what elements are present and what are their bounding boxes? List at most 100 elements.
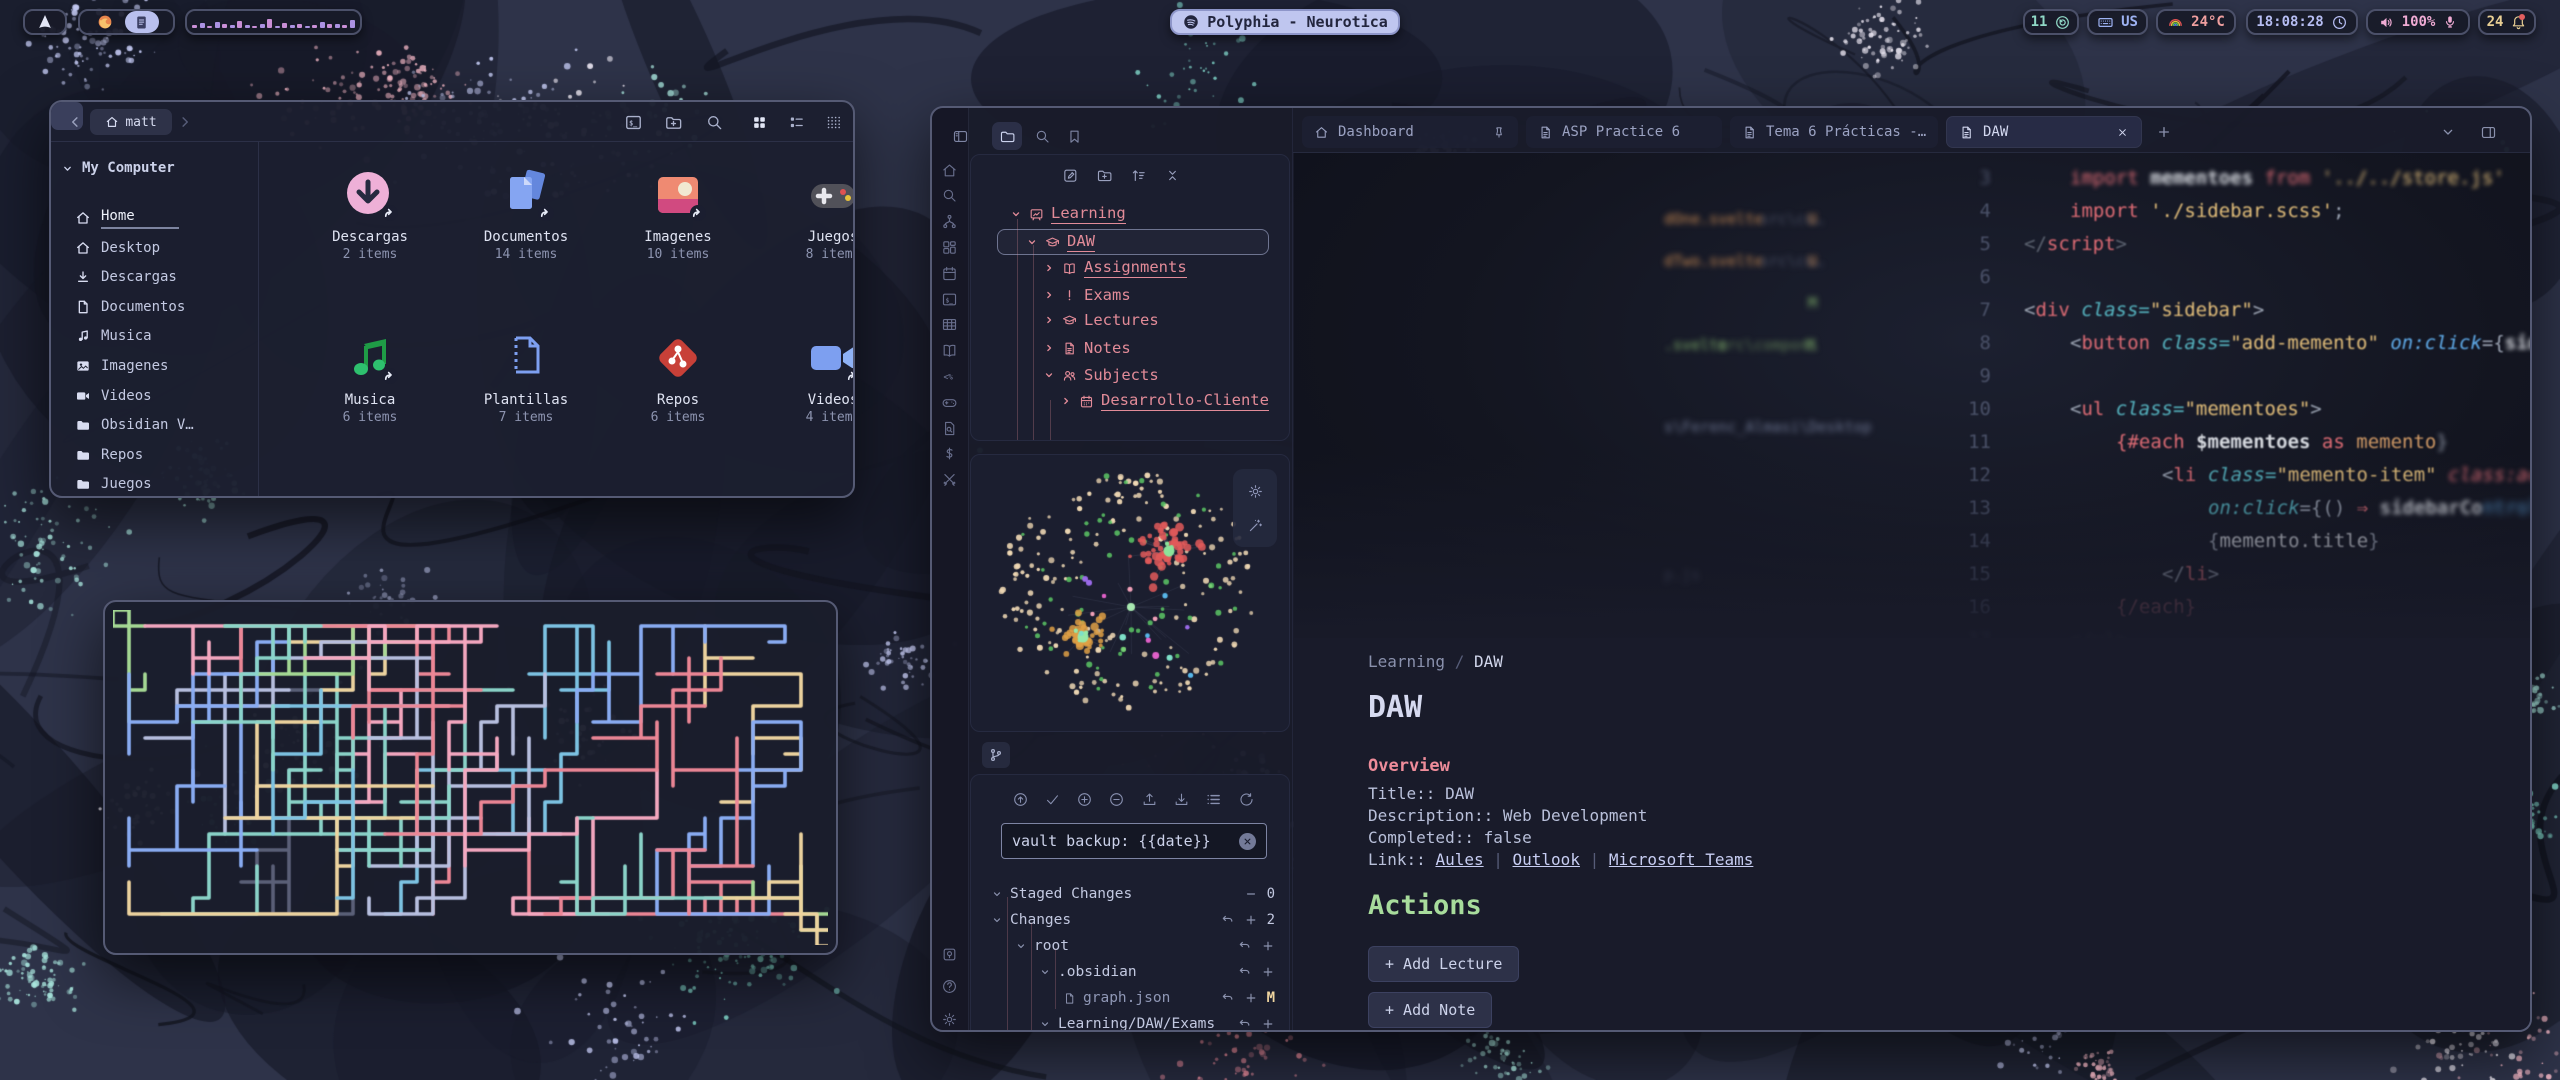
git-stage-all[interactable] [1076, 791, 1093, 808]
grid-view-button[interactable] [751, 114, 768, 131]
fm-sidebar-header[interactable]: My Computer [61, 160, 175, 176]
button--add-note[interactable]: + Add Note [1368, 992, 1492, 1028]
sidebar-item-musica[interactable]: Musica [75, 323, 251, 349]
link-aules[interactable]: Aules [1435, 850, 1483, 869]
tab-list-button[interactable] [2440, 124, 2456, 140]
link-microsoft-teams[interactable]: Microsoft Teams [1609, 850, 1754, 869]
sidebar-item-juegos[interactable]: Juegos [75, 471, 251, 497]
sidebar-tab-bookmark[interactable] [1066, 128, 1083, 145]
sidebar-item-desktop[interactable]: Desktop [75, 235, 251, 261]
folder-descargas[interactable]: Descargas2 items [315, 167, 425, 307]
ribbon-settings[interactable] [941, 1011, 958, 1028]
tray-audio[interactable]: 100% [2366, 9, 2470, 35]
git-row-graph-json[interactable]: graph.json [1063, 987, 1170, 1009]
folder-repos[interactable]: Repos6 items [623, 330, 733, 470]
breadcrumb[interactable]: matt [90, 109, 172, 135]
tray-clock[interactable]: 18:08:28 [2246, 9, 2358, 35]
clear-message-button[interactable] [1239, 833, 1256, 850]
tree-item-assignments[interactable]: Assignments [1043, 256, 1187, 280]
tree-item-desarrollo-cliente[interactable]: Desarrollo-Cliente [1060, 389, 1269, 413]
new-folder-button[interactable] [664, 113, 683, 132]
git-row--obsidian[interactable]: .obsidian [1039, 961, 1137, 983]
sidebar-item-imagenes[interactable]: Imagenes [75, 353, 251, 379]
sidebar-tab-search[interactable] [1034, 128, 1051, 145]
toggle-right-sidebar-button[interactable] [2480, 124, 2497, 141]
tree-item-lectures[interactable]: Lectures [1043, 308, 1159, 332]
git-commit-check[interactable] [1044, 791, 1061, 808]
folder-imagenes[interactable]: Imagenes10 items [623, 167, 733, 307]
folder-plantillas[interactable]: Plantillas7 items [471, 330, 581, 470]
search-button[interactable] [705, 113, 724, 132]
active-app-chip[interactable] [125, 11, 159, 33]
git-push[interactable] [1141, 791, 1158, 808]
new-tab-button[interactable] [2156, 124, 2172, 140]
sidebar-item-repos[interactable]: Repos [75, 442, 251, 468]
tree-item-exams[interactable]: Exams [1043, 283, 1131, 307]
tab-daw[interactable]: DAW [1946, 116, 2142, 148]
folder-videos[interactable]: Videos4 items [778, 330, 855, 470]
folder-juegos[interactable]: Juegos8 items [778, 167, 855, 307]
tree-item-notes[interactable]: Notes [1043, 336, 1131, 360]
ribbon-home[interactable] [941, 162, 958, 179]
git-row-learning-daw-exams[interactable]: Learning/DAW/Exams [1039, 1013, 1215, 1032]
firefox-app-button[interactable] [95, 12, 115, 32]
sidebar-item-obsidian-v-[interactable]: Obsidian V… [75, 412, 251, 438]
sidebar-item-videos[interactable]: Videos [75, 383, 251, 409]
git-row-staged-changes[interactable]: Staged Changes [991, 883, 1132, 905]
ribbon-table[interactable] [941, 316, 958, 333]
explorer-new-note[interactable] [1062, 167, 1079, 184]
git-row-actions[interactable]: 2 [1221, 909, 1275, 931]
git-row-root[interactable]: root [1015, 935, 1069, 957]
back-button[interactable] [66, 113, 84, 131]
ribbon-calendar[interactable] [941, 265, 958, 282]
git-commit-push[interactable] [1012, 791, 1029, 808]
ribbon-search[interactable] [941, 187, 958, 204]
tree-item-daw[interactable]: DAW [1026, 230, 1095, 254]
ribbon-gamepad[interactable] [941, 394, 958, 411]
tray-keyboard-layout[interactable]: US [2087, 9, 2148, 35]
ribbon-git-fork[interactable] [941, 213, 958, 230]
git-refresh[interactable] [1238, 791, 1255, 808]
git-row-actions[interactable] [1238, 961, 1275, 983]
git-row-actions[interactable]: M [1221, 987, 1275, 1009]
git-row-actions[interactable]: 0 [1244, 883, 1275, 905]
sidebar-item-documentos[interactable]: Documentos [75, 294, 251, 320]
sidebar-item-home[interactable]: Home [75, 205, 251, 231]
terminal-button[interactable]: $_ [624, 113, 643, 132]
tree-item-learning[interactable]: Learning [1010, 202, 1126, 226]
ribbon-book[interactable] [941, 342, 958, 359]
music-widget[interactable]: Polyphia - Neurotica [1170, 9, 1400, 35]
sidebar-tab-layout-sidebar[interactable] [952, 128, 969, 145]
close-tab-button[interactable] [2116, 126, 2129, 139]
graph-filter-button[interactable] [1247, 517, 1264, 534]
ribbon-terminal[interactable]: $_ [941, 291, 958, 308]
launcher-button[interactable] [23, 9, 67, 35]
folder-musica[interactable]: Musica6 items [315, 330, 425, 470]
git-unstage-all[interactable] [1108, 791, 1125, 808]
ribbon-vault[interactable] [941, 946, 958, 963]
list-view-button[interactable] [788, 114, 805, 131]
folder-documentos[interactable]: Documentos14 items [471, 167, 581, 307]
ribbon-file-search[interactable] [941, 420, 958, 437]
explorer-sort[interactable] [1130, 167, 1147, 184]
breadcrumb-parent[interactable]: Learning [1368, 652, 1445, 671]
commit-message-input[interactable]: vault backup: {{date}} [1001, 823, 1267, 859]
breadcrumb-current[interactable]: DAW [1474, 652, 1503, 671]
git-change-list[interactable] [1205, 791, 1222, 808]
ribbon-dollar[interactable] [941, 445, 958, 462]
ribbon-layout-grid[interactable] [941, 239, 958, 256]
ribbon-help[interactable] [941, 978, 958, 995]
ribbon-code-template[interactable]: <% [941, 368, 958, 385]
tab-dashboard[interactable]: Dashboard [1302, 116, 1518, 148]
tray-updates[interactable]: 11 [2023, 9, 2079, 35]
tray-weather[interactable]: 24°C [2156, 9, 2236, 35]
explorer-new-folder[interactable] [1096, 167, 1113, 184]
git-panel-tab[interactable] [982, 742, 1010, 768]
tray-notifications[interactable]: 24 [2478, 9, 2536, 35]
pin-icon-wrap[interactable] [1492, 125, 1506, 139]
git-pull[interactable] [1173, 791, 1190, 808]
git-row-actions[interactable] [1238, 1013, 1275, 1032]
explorer-collapse[interactable] [1164, 167, 1181, 184]
link-outlook[interactable]: Outlook [1513, 850, 1580, 869]
git-row-actions[interactable] [1238, 935, 1275, 957]
